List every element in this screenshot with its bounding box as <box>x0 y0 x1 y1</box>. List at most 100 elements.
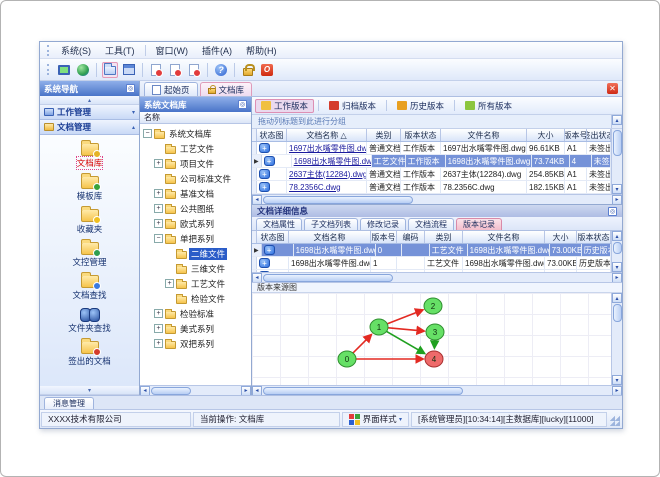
sidebar-item-2[interactable]: 收藏夹 <box>44 205 136 238</box>
work-table-vscrollbar[interactable]: ▾ <box>611 129 622 194</box>
sidebar-item-0[interactable]: 文档库 <box>44 139 136 172</box>
column-header-签出状态[interactable]: 签出状态 <box>587 129 611 141</box>
work-table-vscrollbar-top[interactable]: ▴ <box>611 115 622 128</box>
resize-grip[interactable] <box>610 416 620 426</box>
menu-item-4[interactable]: 帮助(H) <box>240 43 283 58</box>
tab-文档库[interactable]: 文档库 <box>199 82 253 96</box>
help-icon[interactable]: ? <box>213 62 229 78</box>
menu-item-0[interactable]: 系统(S) <box>55 43 97 58</box>
globe-icon[interactable] <box>75 62 91 78</box>
tree-node-项目文件[interactable]: + 项目文件 <box>140 156 251 171</box>
detail-tab-版本记录[interactable]: 版本记录 <box>456 218 502 230</box>
column-header-状态图[interactable]: 状态图 <box>257 129 287 141</box>
document-new-icon[interactable] <box>148 62 164 78</box>
close-icon[interactable]: ✕ <box>607 83 618 94</box>
sidebar-collapse-strip-bottom[interactable]: ▾ <box>40 386 139 395</box>
detail-tab-子文档列表[interactable]: 子文档列表 <box>304 218 358 230</box>
sidebar-item-1[interactable]: 模板库 <box>44 172 136 205</box>
tree-node-美式系列[interactable]: + 美式系列 <box>140 321 251 336</box>
table-row[interactable]: ▶ +1698出水嘴零件图.dwg 0 工艺文件 1698出水嘴零件图.dwg 73.00… <box>252 244 611 257</box>
tree-node-二维文件[interactable]: 二维文件 <box>140 246 251 261</box>
work-table-hscrollbar[interactable]: ◂ ▸ <box>252 194 622 205</box>
pin-icon[interactable]: ◎ <box>608 206 617 216</box>
version-filter-归档版本[interactable]: 归档版本 <box>323 99 382 113</box>
tree-node-双把系列[interactable]: + 双把系列 <box>140 336 251 351</box>
pin-icon[interactable]: ◎ <box>238 100 247 109</box>
tree-toggle-icon[interactable]: + <box>154 204 163 213</box>
graph-hscrollbar[interactable]: ◂ ▸ <box>252 385 622 396</box>
folder-window-icon[interactable] <box>102 61 118 78</box>
table-row[interactable]: +1697出水嘴零件图.dwg 普通文档 工作版本 1697出水嘴零件图.dwg 96.… <box>252 142 611 155</box>
column-header-大小[interactable]: 大小 <box>527 129 565 141</box>
tree-node-单把系列[interactable]: − 单把系列 <box>140 231 251 246</box>
column-header-类别[interactable]: 类别 <box>425 231 463 243</box>
sidebar-item-4[interactable]: 文档查找 <box>44 271 136 304</box>
sidebar-item-6[interactable]: 签出的文档 <box>44 337 136 370</box>
tree-column-header[interactable]: 名称 <box>140 112 251 124</box>
sidebar-collapse-strip-top[interactable]: ▴ <box>40 96 139 105</box>
display-icon[interactable] <box>56 62 72 78</box>
tree-toggle-icon[interactable]: + <box>154 189 163 198</box>
detail-tab-文档流程[interactable]: 文档流程 <box>408 218 454 230</box>
tree-toggle-icon[interactable]: + <box>165 279 174 288</box>
version-filter-工作版本[interactable]: 工作版本 <box>255 98 315 113</box>
logout-icon[interactable]: O <box>259 62 275 78</box>
table-row[interactable]: +78.2356C.dwg 普通文档 工作版本 78.2356C.dwg 182.15K… <box>252 181 611 194</box>
version-graph-canvas[interactable]: 0 1 2 3 4 <box>252 293 611 385</box>
column-header-版本号[interactable]: 版本号 <box>565 129 587 141</box>
version-table-hscrollbar[interactable]: ◂ ▸ <box>252 272 622 283</box>
tree-node-工艺文件[interactable]: + 工艺文件 <box>140 276 251 291</box>
column-header-类别[interactable]: 类别 <box>367 129 401 141</box>
column-header-版本号[interactable]: 版本号 <box>371 231 397 243</box>
document-checkin-icon[interactable] <box>186 62 202 78</box>
version-filter-所有版本[interactable]: 所有版本 <box>459 99 518 113</box>
tree-node-三维文件[interactable]: 三维文件 <box>140 261 251 276</box>
sidebar-item-3[interactable]: 文控管理 <box>44 238 136 271</box>
column-header-状态图[interactable]: 状态图 <box>257 231 289 243</box>
tree-toggle-icon[interactable]: + <box>154 324 163 333</box>
workspace-icon[interactable] <box>121 62 137 78</box>
column-header-版本状态[interactable]: 版本状态 <box>577 231 611 243</box>
tree-hscrollbar[interactable]: ◂ ▸ <box>140 385 251 396</box>
column-header-文件名称[interactable]: 文件名称 <box>463 231 545 243</box>
detail-tab-文档属性[interactable]: 文档属性 <box>256 218 302 230</box>
tree-toggle-icon[interactable]: − <box>154 234 163 243</box>
tree-node-检验标准[interactable]: + 检验标准 <box>140 306 251 321</box>
tree-node-检验文件[interactable]: 检验文件 <box>140 291 251 306</box>
tab-message-management[interactable]: 消息管理 <box>44 397 94 409</box>
tree-toggle-icon[interactable]: − <box>143 129 152 138</box>
table-row[interactable]: +1698出水嘴零件图.dwg2工艺文件1698出水嘴零件图.dwg73.00K… <box>252 270 611 272</box>
column-header-文档名称[interactable]: 文档名称 <box>289 231 371 243</box>
tree-toggle-icon[interactable]: + <box>154 339 163 348</box>
tree-node-系统文档库[interactable]: − 系统文档库 <box>140 126 251 141</box>
pin-icon[interactable]: ◎ <box>126 84 135 93</box>
chevron-up-icon[interactable]: ▴ <box>132 124 135 131</box>
table-row[interactable]: ▶ +1698出水嘴零件图.dwg 工艺文件 工作版本 1698出水嘴零件图.dwg 73… <box>252 155 611 168</box>
lock-icon[interactable] <box>240 62 256 78</box>
sidebar-group-0[interactable]: 工作管理 ▾ <box>40 105 139 120</box>
sidebar-item-5[interactable]: 文件夹查找 <box>44 304 136 337</box>
document-checkout-icon[interactable] <box>167 62 183 78</box>
table-row[interactable]: +2637主体(12284).dwg 普通文档 工作版本 2637主体(12284).… <box>252 168 611 181</box>
sidebar-group-1[interactable]: 文档管理 ▴ <box>40 120 139 135</box>
tree-node-公共图纸[interactable]: + 公共图纸 <box>140 201 251 216</box>
tree-node-基准文档[interactable]: + 基准文档 <box>140 186 251 201</box>
tree-node-工艺文件[interactable]: 工艺文件 <box>140 141 251 156</box>
tree-node-公司标准文件[interactable]: 公司标准文件 <box>140 171 251 186</box>
toolbar-grip[interactable] <box>47 64 50 75</box>
column-header-版本状态[interactable]: 版本状态 <box>401 129 441 141</box>
menu-grip[interactable] <box>47 44 50 56</box>
tree-toggle-icon[interactable]: + <box>154 219 163 228</box>
tree-toggle-icon[interactable]: + <box>154 159 163 168</box>
interface-style-button[interactable]: 界面样式 ▾ <box>341 411 409 427</box>
tab-起始页[interactable]: 起始页 <box>144 82 198 96</box>
chevron-down-icon[interactable]: ▾ <box>132 109 135 116</box>
graph-vscrollbar[interactable]: ▴ ▾ <box>611 293 622 385</box>
menu-item-1[interactable]: 工具(T) <box>99 43 141 58</box>
column-header-大小[interactable]: 大小 <box>545 231 577 243</box>
version-table-vscrollbar[interactable]: ▴ ▾ <box>611 231 622 272</box>
document-link[interactable]: 1698出水嘴零件图.dwg <box>294 156 371 167</box>
menu-item-3[interactable]: 插件(A) <box>196 43 238 58</box>
document-link[interactable]: 1697出水嘴零件图.dwg <box>289 143 366 154</box>
tree-toggle-icon[interactable]: + <box>154 309 163 318</box>
